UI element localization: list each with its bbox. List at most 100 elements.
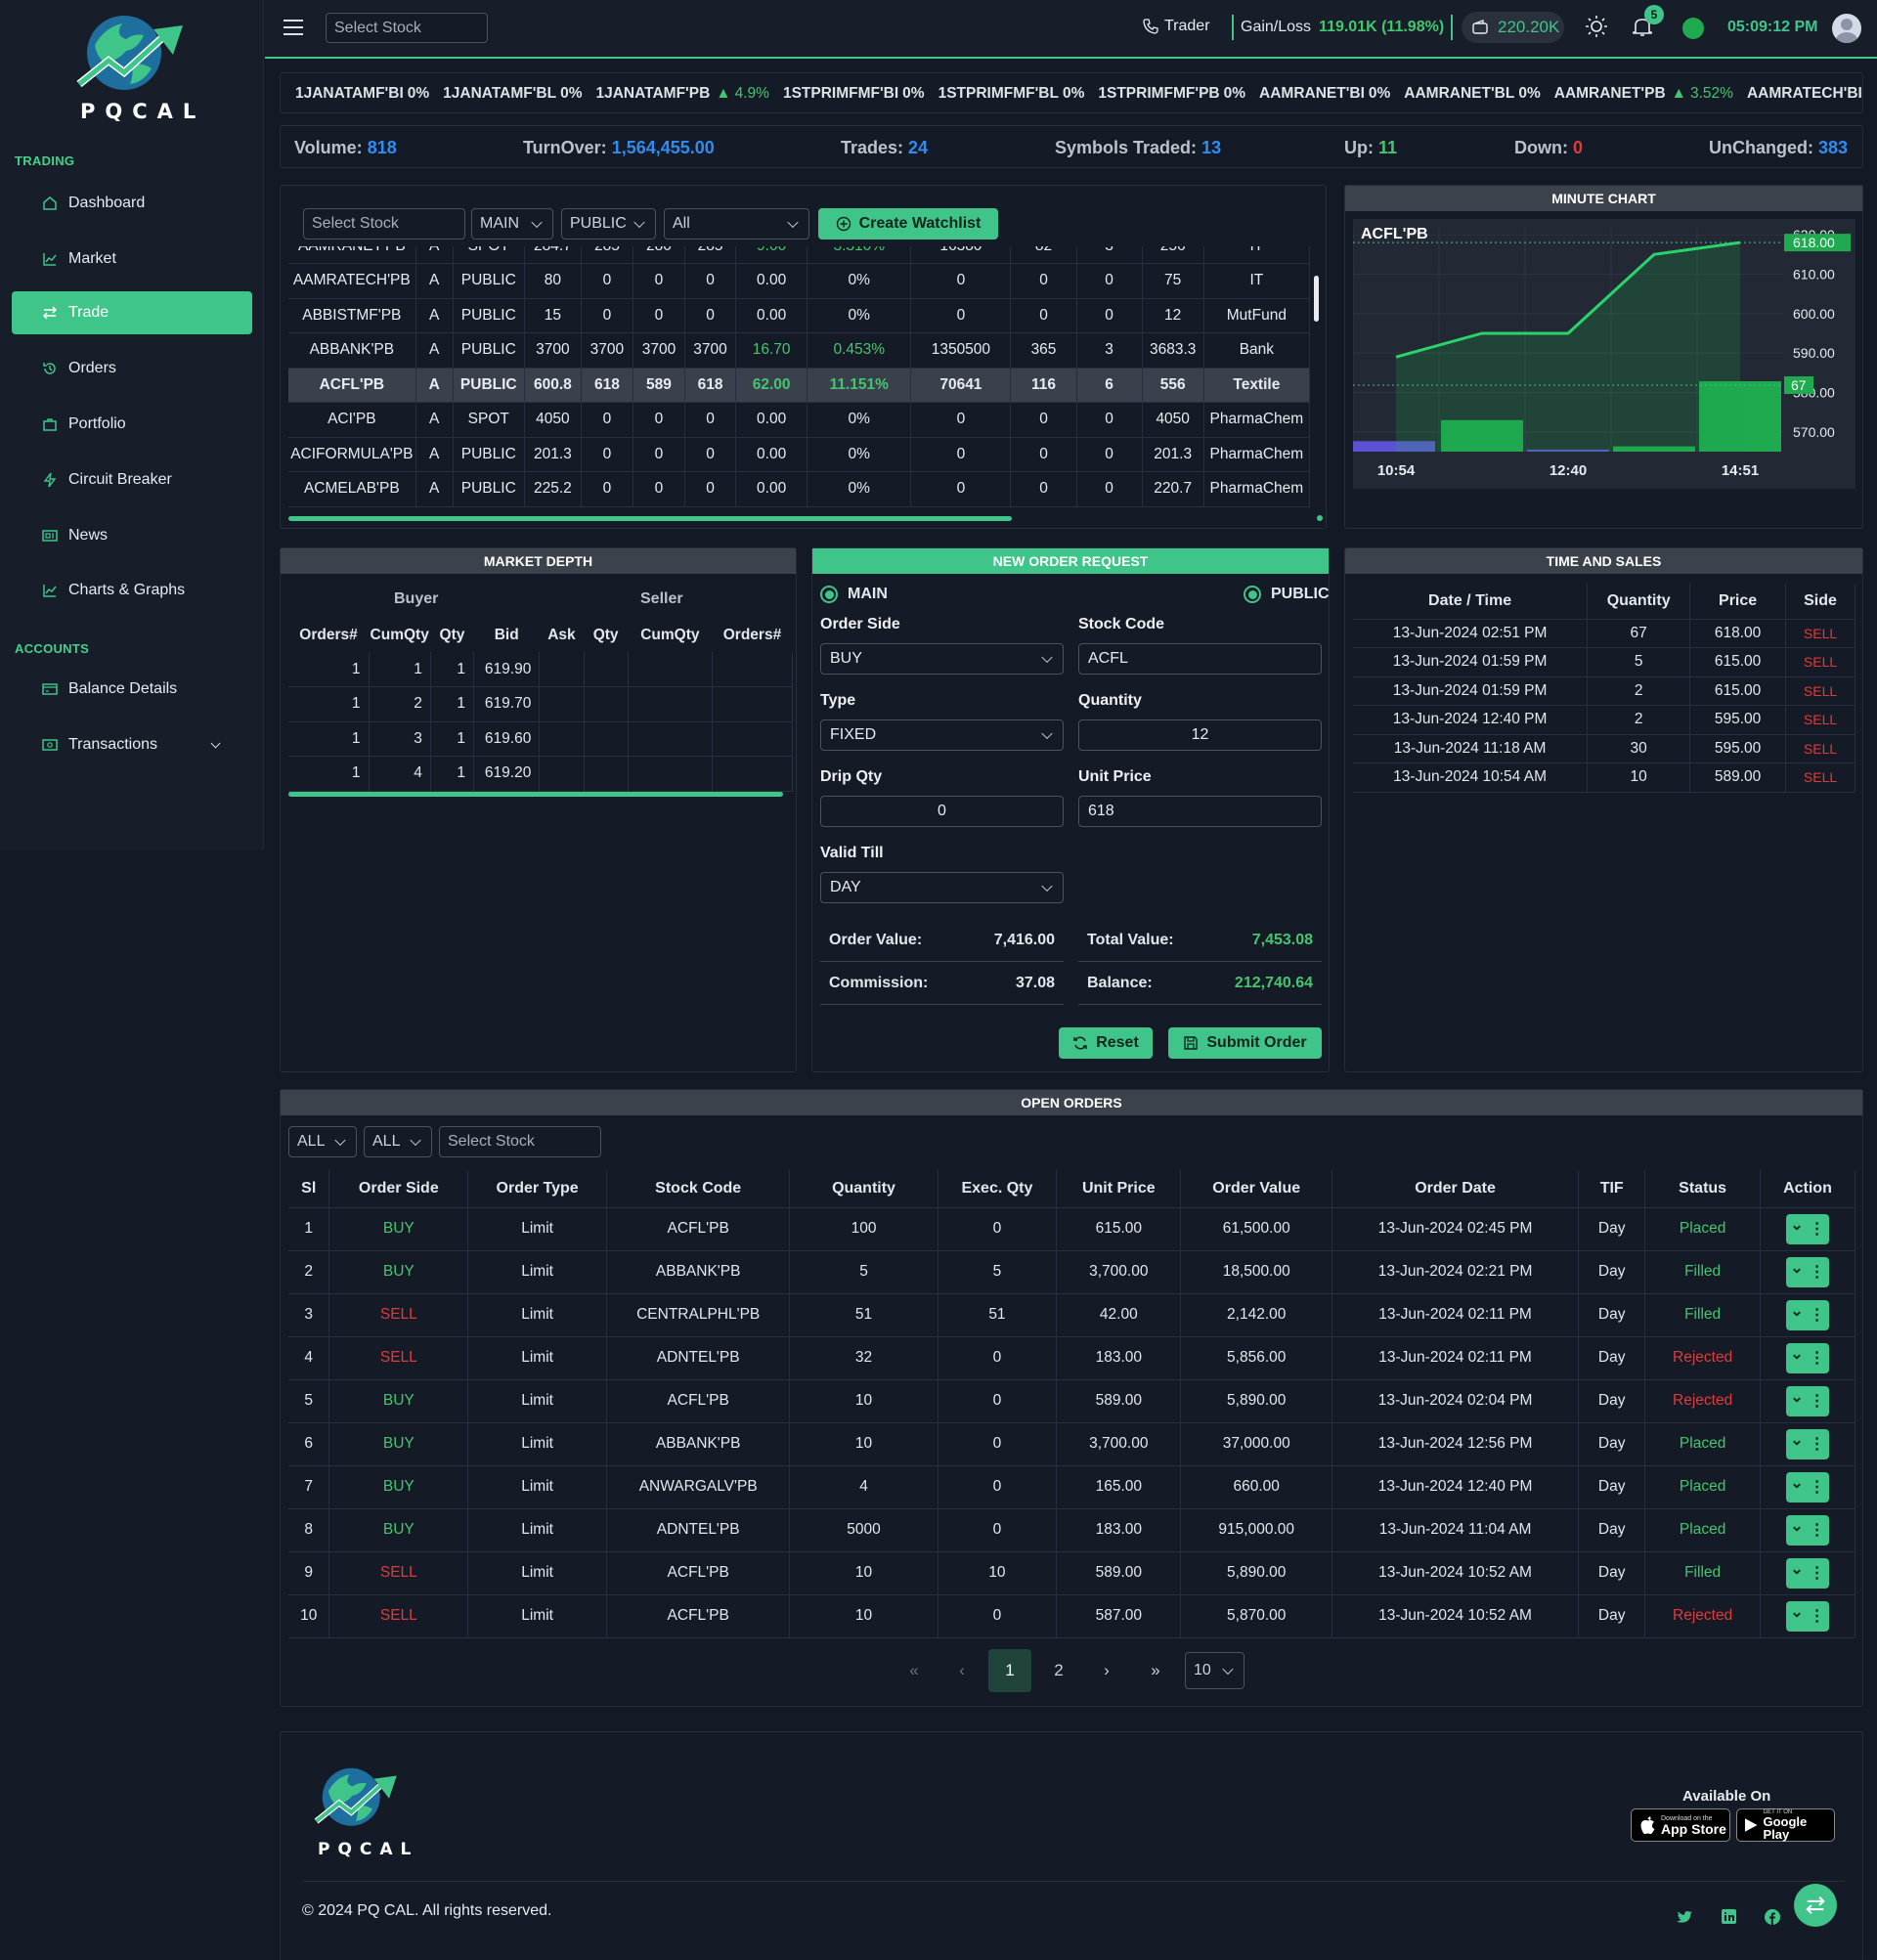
- order-action-button[interactable]: ⌄ ⋮: [1785, 1428, 1829, 1459]
- open-order-row[interactable]: 6 BUY Limit ABBANK'PB 10 0 3,700.00 37,000.00 13…: [288, 1422, 1856, 1466]
- unit-price-input[interactable]: 618: [1078, 796, 1322, 827]
- ticker-item[interactable]: AAMRANET'PB ▲ 3.52%: [1554, 85, 1733, 103]
- order-action-button[interactable]: ⌄ ⋮: [1785, 1385, 1829, 1416]
- status-filter-select[interactable]: ALL: [364, 1126, 432, 1157]
- quantity-input[interactable]: 12: [1078, 719, 1322, 751]
- chevron-down-icon[interactable]: [210, 738, 221, 749]
- pagination-page-2[interactable]: 2: [1037, 1649, 1080, 1692]
- ticker-item[interactable]: AAMRANET'BI 0%: [1259, 85, 1390, 103]
- order-action-button[interactable]: ⌄ ⋮: [1785, 1342, 1829, 1373]
- open-orders-stock-search[interactable]: Select Stock: [439, 1126, 601, 1157]
- open-order-cell: 5,856.00: [1180, 1336, 1333, 1380]
- open-order-row[interactable]: 1 BUY Limit ACFL'PB 100 0 615.00 61,500.00 13-Ju…: [288, 1207, 1856, 1251]
- pagination-next[interactable]: ›: [1085, 1649, 1128, 1692]
- reset-button[interactable]: Reset: [1059, 1027, 1153, 1059]
- market-depth-row[interactable]: 1 4 1 619.20: [288, 756, 794, 792]
- sidebar-item-orders[interactable]: Orders: [12, 347, 252, 390]
- create-watchlist-button[interactable]: Create Watchlist: [818, 208, 998, 240]
- ticker-item[interactable]: 1JANATAMF'BL 0%: [443, 85, 582, 103]
- pagination-page-1[interactable]: 1: [988, 1649, 1031, 1692]
- sidebar-item-circuit-breaker[interactable]: Circuit Breaker: [12, 458, 252, 501]
- order-side-select[interactable]: BUY: [820, 643, 1064, 675]
- order-action-button[interactable]: ⌄ ⋮: [1785, 1213, 1829, 1244]
- order-action-button[interactable]: ⌄ ⋮: [1785, 1557, 1829, 1589]
- sidebar-item-charts-graphs[interactable]: Charts & Graphs: [12, 569, 252, 612]
- app-store-badge[interactable]: Download on the App Store: [1631, 1808, 1730, 1842]
- radio-public[interactable]: PUBLIC: [1244, 586, 1330, 603]
- market-filter-select[interactable]: MAIN: [471, 208, 553, 240]
- theme-toggle-sun-icon[interactable]: [1585, 15, 1608, 43]
- sidebar-item-news[interactable]: News: [12, 514, 252, 557]
- order-action-button[interactable]: ⌄ ⋮: [1785, 1256, 1829, 1287]
- side-filter-select[interactable]: ALL: [288, 1126, 357, 1157]
- stock-code-input[interactable]: ACFL: [1078, 643, 1322, 675]
- floating-swap-button[interactable]: [1794, 1884, 1837, 1927]
- open-order-row[interactable]: 3 SELL Limit CENTRALPHL'PB 51 51 42.00 2,142.00…: [288, 1293, 1856, 1337]
- watchlist-row[interactable]: ACIFORMULA'PB A PUBLIC 201.3 0 0 0 0.00 0% 0 0 0 201…: [288, 437, 1311, 472]
- open-order-row[interactable]: 8 BUY Limit ADNTEL'PB 5000 0 183.00 915,000.00 1…: [288, 1508, 1856, 1552]
- order-action-button[interactable]: ⌄ ⋮: [1785, 1600, 1829, 1632]
- order-type-select[interactable]: FIXED: [820, 719, 1064, 751]
- category-filter-select[interactable]: All: [664, 208, 809, 240]
- valid-till-select[interactable]: DAY: [820, 872, 1064, 903]
- order-action-button[interactable]: ⌄ ⋮: [1785, 1299, 1829, 1330]
- market-depth-row[interactable]: 1 2 1 619.70: [288, 686, 794, 722]
- watchlist-cell: 225.2: [524, 471, 582, 507]
- sidebar-item-balance-details[interactable]: Balance Details: [12, 668, 252, 711]
- market-depth-column-header: CumQty: [640, 627, 700, 643]
- sidebar-item-transactions[interactable]: Transactions: [12, 723, 252, 766]
- open-order-row[interactable]: 7 BUY Limit ANWARGALV'PB 4 0 165.00 660.00 13-Ju…: [288, 1465, 1856, 1509]
- pagination-first[interactable]: «: [893, 1649, 936, 1692]
- ticker-item[interactable]: 1JANATAMF'BI 0%: [295, 85, 429, 103]
- sidebar-item-trade[interactable]: Trade: [12, 291, 252, 334]
- facebook-icon[interactable]: [1765, 1909, 1780, 1930]
- watchlist-row[interactable]: AAMRATECH'PB A PUBLIC 80 0 0 0 0.00 0% 0 0 0 75 IT: [288, 263, 1311, 299]
- order-action-button[interactable]: ⌄ ⋮: [1785, 1514, 1829, 1546]
- page-size-select[interactable]: 10: [1185, 1652, 1244, 1689]
- open-order-row[interactable]: 10 SELL Limit ACFL'PB 10 0 587.00 5,870.00 13-Ju…: [288, 1594, 1856, 1638]
- google-play-badge[interactable]: GET IT ON Google Play: [1736, 1808, 1835, 1842]
- watchlist-row[interactable]: ABBISTMF'PB A PUBLIC 15 0 0 0 0.00 0% 0 0 0 12 MutFun…: [288, 298, 1311, 333]
- sidebar-item-portfolio[interactable]: Portfolio: [12, 403, 252, 446]
- drip-qty-input[interactable]: 0: [820, 796, 1064, 827]
- twitter-icon[interactable]: [1677, 1910, 1692, 1929]
- watchlist-horizontal-scrollbar[interactable]: [288, 516, 1012, 521]
- open-order-row[interactable]: 4 SELL Limit ADNTEL'PB 32 0 183.00 5,856.00 13-J…: [288, 1336, 1856, 1380]
- pagination-last[interactable]: »: [1134, 1649, 1177, 1692]
- order-action-button[interactable]: ⌄ ⋮: [1785, 1471, 1829, 1503]
- ticker-item[interactable]: AAMRATECH'BI0%: [1747, 85, 1862, 103]
- footer-logo[interactable]: PQCAL: [310, 1761, 411, 1859]
- market-depth-scrollbar[interactable]: [288, 792, 783, 797]
- type-filter-select[interactable]: PUBLIC: [561, 208, 656, 240]
- watchlist-row[interactable]: AAMRANET'PBASPOT284.72852802859.003.310%…: [288, 246, 1311, 264]
- ticker-item[interactable]: 1STPRIMFMF'BI 0%: [783, 85, 925, 103]
- market-depth-row[interactable]: 1 3 1 619.60: [288, 721, 794, 757]
- hamburger-menu-icon[interactable]: [284, 20, 303, 35]
- sidebar-item-dashboard[interactable]: Dashboard: [12, 182, 252, 225]
- avatar[interactable]: [1832, 14, 1861, 43]
- open-order-row[interactable]: 2 BUY Limit ABBANK'PB 5 5 3,700.00 18,500.00 13-…: [288, 1250, 1856, 1294]
- open-order-row[interactable]: 9 SELL Limit ACFL'PB 10 10 589.00 5,890.00 13-Ju…: [288, 1551, 1856, 1595]
- watchlist-row[interactable]: ACFL'PB A PUBLIC 600.8 618 589 618 62.00 11.151%…: [288, 368, 1311, 403]
- watchlist-row[interactable]: ACMELAB'PB A PUBLIC 225.2 0 0 0 0.00 0% 0 0 0 220.7 P…: [288, 471, 1311, 507]
- trader-indicator[interactable]: Trader: [1143, 18, 1210, 35]
- watchlist-row[interactable]: ABBANK'PB A PUBLIC 3700 3700 3700 3700 16.70 0.4…: [288, 332, 1311, 369]
- submit-order-button[interactable]: Submit Order: [1168, 1027, 1322, 1059]
- ticker-item[interactable]: 1STPRIMFMF'PB 0%: [1098, 85, 1245, 103]
- linkedin-icon[interactable]: [1722, 1909, 1736, 1929]
- ticker-item[interactable]: 1STPRIMFMF'BL 0%: [938, 85, 1085, 103]
- notification-bell-icon[interactable]: 5: [1631, 5, 1664, 43]
- ticker-item[interactable]: AAMRANET'BL 0%: [1404, 85, 1540, 103]
- watchlist-vertical-scrollbar[interactable]: [1314, 276, 1319, 322]
- brand-logo[interactable]: PQCAL: [70, 6, 197, 123]
- watchlist-row[interactable]: ACI'PB A SPOT 4050 0 0 0 0.00 0% 0 0 0 4050 PharmaChe…: [288, 402, 1311, 438]
- radio-main[interactable]: MAIN: [820, 586, 888, 603]
- ticker-item[interactable]: 1JANATAMF'PB ▲ 4.9%: [595, 85, 768, 103]
- watchlist-stock-search[interactable]: Select Stock: [303, 208, 465, 240]
- market-depth-row[interactable]: 1 1 1 619.90: [288, 652, 794, 687]
- topbar-stock-search[interactable]: Select Stock: [326, 13, 488, 43]
- open-order-row[interactable]: 5 BUY Limit ACFL'PB 10 0 589.00 5,890.00 13-Jun-…: [288, 1379, 1856, 1423]
- wallet-balance-pill[interactable]: 220.20K: [1462, 12, 1564, 43]
- sidebar-item-market[interactable]: Market: [12, 238, 252, 281]
- pagination-prev[interactable]: ‹: [940, 1649, 983, 1692]
